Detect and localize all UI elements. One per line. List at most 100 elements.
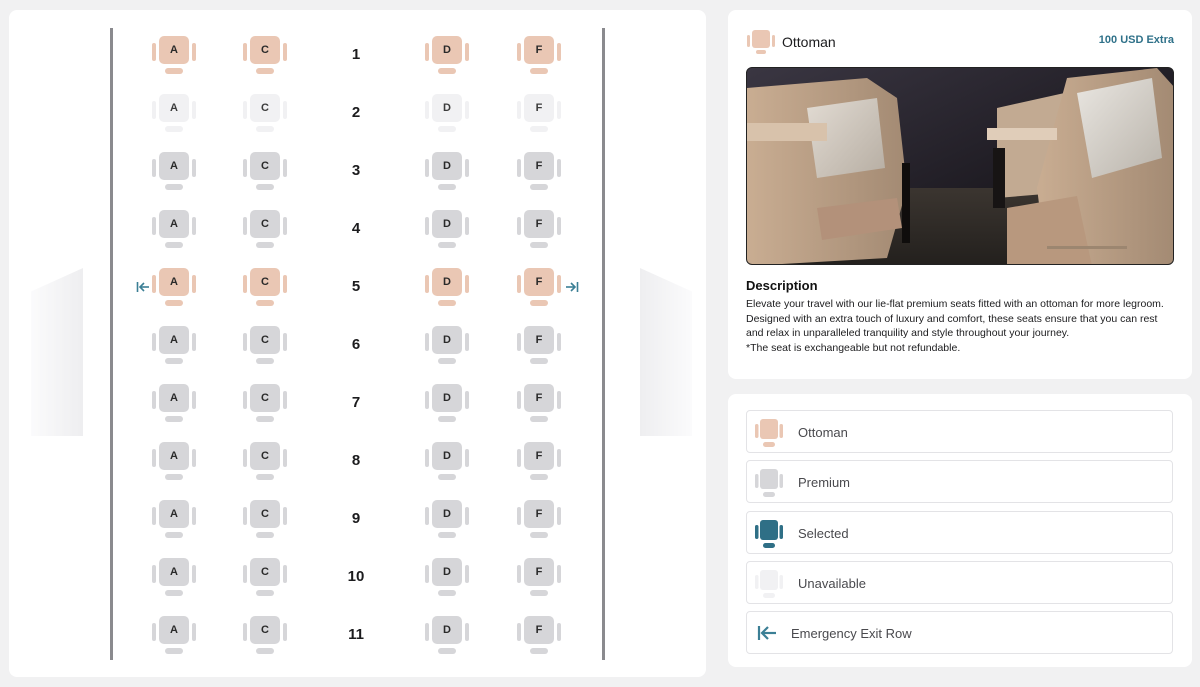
- seat[interactable]: F: [515, 496, 563, 540]
- seat[interactable]: C: [241, 554, 289, 598]
- seat-footrest: [530, 242, 548, 248]
- seat[interactable]: F: [515, 206, 563, 250]
- seat-letter: A: [159, 442, 189, 470]
- seat[interactable]: D: [423, 32, 471, 76]
- seat[interactable]: F: [515, 612, 563, 656]
- seat-footrest: [530, 358, 548, 364]
- seat-detail-title: Ottoman: [782, 34, 836, 50]
- exit-left-icon: [136, 280, 150, 292]
- seat[interactable]: C: [241, 438, 289, 482]
- seat[interactable]: D: [423, 496, 471, 540]
- seat[interactable]: D: [423, 206, 471, 250]
- seat-armrest: [557, 101, 561, 119]
- ottoman-seat-icon: [746, 28, 776, 56]
- seat[interactable]: F: [515, 32, 563, 76]
- seat[interactable]: F: [515, 264, 563, 308]
- seat[interactable]: A: [150, 438, 198, 482]
- seat-armrest: [465, 507, 469, 525]
- seat-footrest: [165, 184, 183, 190]
- seat-armrest: [425, 159, 429, 177]
- seat[interactable]: D: [423, 264, 471, 308]
- seat-row: A C D F 11: [9, 612, 706, 662]
- seat[interactable]: A: [150, 148, 198, 192]
- seat[interactable]: A: [150, 264, 198, 308]
- row-number: 5: [351, 278, 361, 295]
- seat: A: [150, 90, 198, 134]
- seat[interactable]: F: [515, 322, 563, 366]
- seat[interactable]: A: [150, 380, 198, 424]
- seat-footrest: [165, 242, 183, 248]
- seat[interactable]: F: [515, 554, 563, 598]
- seat[interactable]: F: [515, 148, 563, 192]
- seat-letter: A: [159, 268, 189, 296]
- seat[interactable]: D: [423, 148, 471, 192]
- seat[interactable]: D: [423, 612, 471, 656]
- seat-armrest: [557, 565, 561, 583]
- seat-legend-panel: Ottoman Premium Selected Unavailable Emergen…: [728, 394, 1192, 667]
- seat-footrest: [256, 300, 274, 306]
- seat[interactable]: C: [241, 322, 289, 366]
- seat[interactable]: A: [150, 322, 198, 366]
- seat-letter: C: [250, 442, 280, 470]
- seat-armrest: [557, 391, 561, 409]
- seat-armrest: [283, 217, 287, 235]
- seat-footrest: [530, 474, 548, 480]
- seat-row: A C D F 1: [9, 32, 706, 82]
- seat-footrest: [256, 648, 274, 654]
- seat[interactable]: A: [150, 496, 198, 540]
- seat[interactable]: C: [241, 264, 289, 308]
- seat-armrest: [192, 333, 196, 351]
- seat-letter: D: [432, 210, 462, 238]
- seat[interactable]: D: [423, 322, 471, 366]
- exit-right-icon: [565, 280, 579, 292]
- seat[interactable]: D: [423, 380, 471, 424]
- seat-armrest: [557, 159, 561, 177]
- seat[interactable]: A: [150, 612, 198, 656]
- seat-footrest: [438, 68, 456, 74]
- seat-armrest: [517, 565, 521, 583]
- seat-armrest: [425, 623, 429, 641]
- seat[interactable]: F: [515, 438, 563, 482]
- seat-footrest: [165, 532, 183, 538]
- seat-armrest: [465, 43, 469, 61]
- seat[interactable]: C: [241, 32, 289, 76]
- seat-armrest: [152, 565, 156, 583]
- seat-armrest: [465, 623, 469, 641]
- seat-armrest: [192, 275, 196, 293]
- seat-armrest: [425, 565, 429, 583]
- legend-label: Emergency Exit Row: [791, 626, 912, 641]
- seat[interactable]: C: [241, 380, 289, 424]
- legend-item-unavailable: Unavailable: [746, 561, 1173, 604]
- seat-price: 100 USD Extra: [1098, 34, 1174, 46]
- seat-armrest: [425, 275, 429, 293]
- seat-footrest: [530, 126, 548, 132]
- seat[interactable]: C: [241, 148, 289, 192]
- seat-armrest: [557, 507, 561, 525]
- seat-armrest: [283, 159, 287, 177]
- seat-armrest: [152, 101, 156, 119]
- seat[interactable]: D: [423, 554, 471, 598]
- seat-armrest: [192, 449, 196, 467]
- seat-armrest: [192, 507, 196, 525]
- seat-row: A C D F 10: [9, 554, 706, 604]
- seat-armrest: [243, 275, 247, 293]
- seat-row: A C D F 9: [9, 496, 706, 546]
- seat[interactable]: A: [150, 32, 198, 76]
- seat-letter: A: [159, 326, 189, 354]
- seat[interactable]: A: [150, 206, 198, 250]
- row-number: 3: [351, 162, 361, 179]
- seat-footrest: [256, 68, 274, 74]
- seat[interactable]: C: [241, 496, 289, 540]
- legend-item-premium: Premium: [746, 460, 1173, 503]
- seat[interactable]: C: [241, 612, 289, 656]
- seat[interactable]: F: [515, 380, 563, 424]
- seat[interactable]: D: [423, 438, 471, 482]
- seat-row: A C D F 8: [9, 438, 706, 488]
- seat-footrest: [256, 532, 274, 538]
- seat-footrest: [256, 474, 274, 480]
- seat-row: A C D F 3: [9, 148, 706, 198]
- seat[interactable]: A: [150, 554, 198, 598]
- seat-photo: [746, 67, 1174, 265]
- seat-armrest: [557, 333, 561, 351]
- seat[interactable]: C: [241, 206, 289, 250]
